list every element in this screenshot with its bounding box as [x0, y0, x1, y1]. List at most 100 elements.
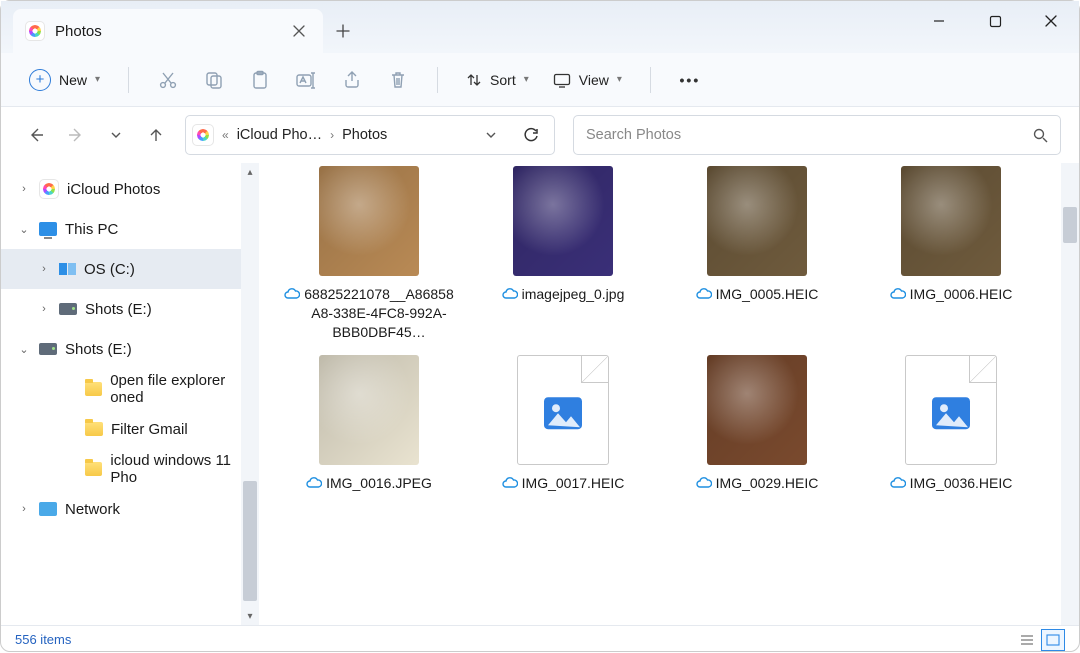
photos-app-icon — [25, 21, 45, 41]
folder-icon — [85, 382, 103, 396]
tree-item[interactable]: › Shots (E:) — [1, 289, 259, 329]
close-window-button[interactable] — [1023, 1, 1079, 41]
file-item[interactable]: IMG_0005.HEIC — [667, 163, 847, 304]
breadcrumb-segment[interactable]: iCloud Pho… — [237, 127, 322, 143]
recent-locations-button[interactable] — [99, 118, 133, 152]
tree-item[interactable]: ⌄ This PC — [1, 209, 259, 249]
back-button[interactable] — [19, 118, 53, 152]
file-item[interactable]: IMG_0017.HEIC — [473, 352, 653, 493]
cloud-status-icon — [890, 287, 906, 299]
network-icon — [39, 502, 57, 516]
search-box[interactable] — [573, 115, 1061, 155]
rename-button[interactable] — [285, 62, 327, 98]
tree-item[interactable]: ›iCloud Photos — [1, 169, 259, 209]
file-thumbnail — [294, 163, 444, 279]
paste-button[interactable] — [239, 62, 281, 98]
file-item[interactable]: IMG_0016.JPEG — [279, 352, 459, 493]
tree-item[interactable]: ⌄ Shots (E:) — [1, 329, 259, 369]
refresh-button[interactable] — [514, 118, 548, 152]
up-button[interactable] — [139, 118, 173, 152]
forward-button[interactable] — [59, 118, 93, 152]
cut-button[interactable] — [147, 62, 189, 98]
cloud-status-icon — [890, 476, 906, 488]
tree-item-label: Filter Gmail — [111, 421, 188, 438]
file-thumbnail — [488, 163, 638, 279]
address-history-button[interactable] — [474, 118, 508, 152]
chevron-right-icon[interactable]: › — [17, 503, 31, 515]
file-thumbnail — [294, 352, 444, 468]
item-count: 556 items — [15, 632, 71, 647]
tree-item[interactable]: Filter Gmail — [1, 409, 259, 449]
chevron-right-icon[interactable]: › — [37, 303, 51, 315]
file-grid-area: 68825221078__A86858A8-338E-4FC8-992A-BBB… — [259, 163, 1079, 625]
file-thumbnail — [488, 352, 638, 468]
tree-item-label: Network — [65, 501, 120, 518]
search-input[interactable] — [586, 127, 1032, 143]
file-item[interactable]: IMG_0006.HEIC — [861, 163, 1041, 304]
tree-item[interactable]: icloud windows 11 Pho — [1, 449, 259, 489]
tree-item-label: Shots (E:) — [85, 301, 152, 318]
tree-item-label: This PC — [65, 221, 118, 238]
maximize-button[interactable] — [967, 1, 1023, 41]
sort-button[interactable]: Sort ▾ — [456, 66, 539, 94]
tree-item[interactable]: › Network — [1, 489, 259, 529]
scroll-thumb[interactable] — [243, 481, 257, 601]
titlebar: Photos — [1, 1, 1079, 53]
folder-icon — [85, 422, 103, 436]
plus-circle-icon: + — [29, 69, 51, 91]
pc-icon — [39, 222, 57, 236]
delete-button[interactable] — [377, 62, 419, 98]
file-thumbnail — [876, 163, 1026, 279]
chevron-down-icon[interactable]: ⌄ — [17, 223, 31, 236]
status-bar: 556 items — [1, 625, 1079, 653]
overflow-chevron-icon[interactable]: « — [220, 128, 231, 142]
scroll-up-icon[interactable]: ▴ — [241, 163, 259, 181]
sort-icon — [466, 72, 482, 88]
address-bar[interactable]: « iCloud Pho… › Photos — [185, 115, 555, 155]
share-button[interactable] — [331, 62, 373, 98]
breadcrumb-segment[interactable]: Photos — [342, 127, 387, 143]
new-tab-button[interactable] — [323, 9, 363, 53]
window-controls — [911, 1, 1079, 41]
more-button[interactable]: ••• — [669, 62, 711, 98]
tree-item-label: OS (C:) — [84, 261, 135, 278]
tab-title: Photos — [55, 23, 277, 40]
separator — [650, 67, 651, 93]
minimize-button[interactable] — [911, 1, 967, 41]
file-item[interactable]: imagejpeg_0.jpg — [473, 163, 653, 304]
file-name: IMG_0016.JPEG — [326, 474, 432, 493]
chevron-down-icon[interactable]: ⌄ — [17, 343, 31, 356]
close-tab-button[interactable] — [287, 19, 311, 43]
chevron-down-icon: ▾ — [617, 74, 622, 85]
chevron-down-icon: ▾ — [95, 74, 100, 85]
tree-item[interactable]: › OS (C:) — [1, 249, 259, 289]
icons-view-button[interactable] — [1041, 629, 1065, 651]
new-button[interactable]: + New ▾ — [19, 63, 110, 97]
chevron-right-icon[interactable]: › — [17, 183, 31, 195]
view-button[interactable]: View ▾ — [543, 66, 632, 94]
scroll-thumb[interactable] — [1063, 207, 1077, 243]
sidebar-scrollbar[interactable]: ▴ ▾ — [241, 163, 259, 625]
new-label: New — [59, 72, 87, 88]
scroll-down-icon[interactable]: ▾ — [241, 607, 259, 625]
content-scrollbar[interactable] — [1061, 163, 1079, 625]
file-item[interactable]: 68825221078__A86858A8-338E-4FC8-992A-BBB… — [279, 163, 459, 342]
file-item[interactable]: IMG_0029.HEIC — [667, 352, 847, 493]
image-file-icon — [542, 393, 584, 435]
cloud-status-icon — [284, 287, 300, 299]
file-item[interactable]: IMG_0036.HEIC — [861, 352, 1041, 493]
file-name: IMG_0005.HEIC — [716, 285, 819, 304]
copy-button[interactable] — [193, 62, 235, 98]
details-view-button[interactable] — [1015, 629, 1039, 651]
tree-item[interactable]: 0pen file explorer oned — [1, 369, 259, 409]
window-tab[interactable]: Photos — [13, 9, 323, 53]
drive-icon — [59, 263, 76, 275]
file-name: IMG_0036.HEIC — [910, 474, 1013, 493]
chevron-right-icon[interactable]: › — [37, 263, 51, 275]
view-label: View — [579, 72, 609, 88]
file-name: IMG_0006.HEIC — [910, 285, 1013, 304]
search-icon[interactable] — [1032, 127, 1048, 143]
file-thumbnail — [682, 163, 832, 279]
tree-item-label: Shots (E:) — [65, 341, 132, 358]
file-name: IMG_0029.HEIC — [716, 474, 819, 493]
